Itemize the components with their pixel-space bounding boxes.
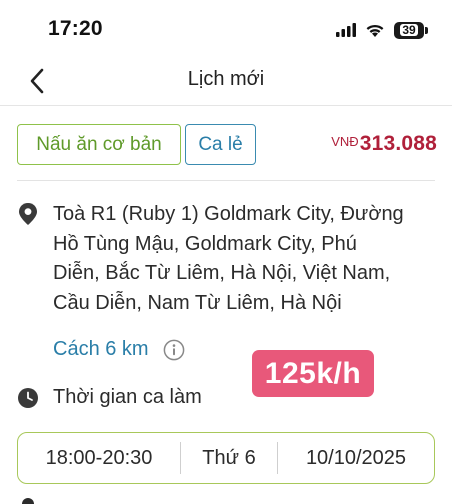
job-address: Toà R1 (Ruby 1) Goldmark City, Đường Hồ … [53,200,449,318]
hourly-rate-badge: 125k/h [252,350,374,397]
distance-row[interactable]: Cách 6 km [53,338,185,361]
status-time: 17:20 [48,17,103,40]
status-icons: 39 [336,20,428,40]
page-title: Lịch mới [187,68,265,90]
nav-bar: Lịch mới [0,56,452,106]
price-value: 313.088 [359,132,437,155]
distance-text: Cách 6 km [53,338,149,360]
battery-level: 39 [400,23,418,37]
shift-date: 10/10/2025 [305,446,407,469]
address-line: Hồ Tùng Mậu, Goldmark City, Phú [53,232,357,255]
shift-time-range: 18:00-20:30 [45,446,153,469]
location-pin-icon [19,203,37,225]
shift-time-label: Thời gian ca làm [53,386,202,408]
shift-time-header: Thời gian ca làm [17,386,202,409]
schedule-box: 18:00-20:30 Thứ 6 10/10/2025 [17,432,435,484]
service-tag: Nấu ăn cơ bản [17,124,181,165]
shift-day: Thứ 6 [202,446,256,469]
job-price: VNĐ 313.088 [331,132,437,156]
next-section-icon [22,498,34,504]
battery-icon: 39 [394,21,428,39]
status-bar: 17:20 39 [0,0,452,60]
shift-type-tag: Ca lẻ [185,124,256,165]
job-tags-row: Nấu ăn cơ bản Ca lẻ VNĐ 313.088 [17,124,437,166]
clock-icon [18,387,38,408]
price-currency: VNĐ [331,134,359,149]
wifi-icon [366,24,384,37]
divider [17,180,435,181]
address-line: Diễn, Bắc Từ Liêm, Hà Nội, Việt Nam, [53,262,391,284]
address-line: Toà R1 (Ruby 1) Goldmark City, Đường [53,203,404,225]
cellular-signal-icon [336,23,356,37]
info-icon[interactable] [163,339,185,361]
address-line: Cầu Diễn, Nam Từ Liêm, Hà Nội [53,291,342,314]
